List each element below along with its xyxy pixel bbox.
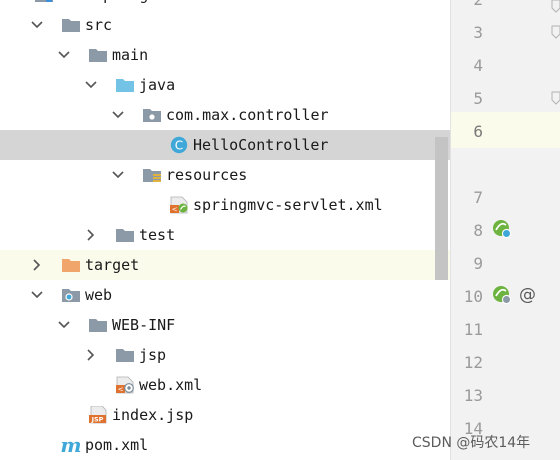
line-number: 11 [463,320,483,339]
project-tree-panel: mvc-spring-learnt src main java com.max.cont… [0,0,450,460]
chevron-down-icon[interactable] [110,107,126,123]
project-tree-scrollbar[interactable] [435,137,448,280]
chevron-down-icon[interactable] [56,47,72,63]
tree-item-springmvc-servlet-xml[interactable]: < springmvc-servlet.xml [0,190,450,220]
line-number: 8 [473,221,483,240]
line-number: 6 [473,122,483,141]
tree-item-label: resources [166,166,248,184]
fold-marker-icon[interactable] [551,0,560,13]
tree-item-label: web [85,286,113,304]
tree-item-label: web.xml [139,376,203,394]
tree-item-main[interactable]: main [0,40,450,70]
tree-item-label: jsp [139,346,167,364]
maven-pom-icon: m [60,433,81,457]
folder-icon [88,316,108,334]
tree-item-src[interactable]: src [0,10,450,40]
svg-text:C: C [175,138,183,152]
tree-item-label: HelloController [193,136,329,154]
chevron-down-icon[interactable] [29,17,45,33]
tree-item-label: WEB-INF [112,316,176,334]
line-number: 3 [473,23,483,42]
package-icon [142,106,162,124]
tree-item-label: index.jsp [112,406,194,424]
tree-item-target[interactable]: target [0,250,450,280]
editor-gutter: 234567891011121314 [450,0,560,460]
java-class-icon: C [169,136,189,154]
chevron-right-icon[interactable] [29,257,45,273]
svg-text:<: < [118,386,124,394]
line-number: 10 [463,287,483,306]
tree-item-jsp[interactable]: jsp [0,340,450,370]
tree-item-label: mvc-spring-learnt [58,0,212,4]
excluded-folder-icon [61,256,81,274]
tree-item-label: pom.xml [85,436,149,454]
line-number: 2 [451,0,483,9]
line-number: 9 [473,254,483,273]
folder-icon [61,16,81,34]
tree-item-java[interactable]: java [0,70,450,100]
tree-item-label: src [85,16,113,34]
tree-item-web-xml[interactable]: < web.xml [0,370,450,400]
chevron-down-icon[interactable] [29,287,45,303]
line-number: 12 [463,353,483,372]
watermark: CSDN @码农14年 [412,435,531,451]
tree-item-label: springmvc-servlet.xml [193,196,383,214]
svg-text:m: m [61,436,81,454]
tree-item-label: com.max.controller [166,106,329,124]
module-folder-icon [34,0,54,4]
tree-item-label: main [112,46,149,64]
tree-item-web[interactable]: web [0,280,450,310]
tree-item-resources[interactable]: resources [0,160,450,190]
tree-item-mvc-spring-learnt[interactable]: mvc-spring-learnt [0,0,450,10]
folder-icon [115,226,135,244]
fold-marker-icon[interactable] [551,24,560,39]
tree-item-hellocontroller[interactable]: C HelloController [0,130,450,160]
line-number: 5 [473,89,483,108]
jsp-file-icon: JSP [88,405,108,424]
web-xml-icon: < [115,376,135,394]
fold-marker-icon[interactable] [551,90,560,105]
folder-icon [115,346,135,364]
tree-item-index-jsp[interactable]: JSP index.jsp [0,400,450,430]
tree-item-test[interactable]: test [0,220,450,250]
line-number: 4 [473,56,483,75]
line-number: 7 [473,188,483,207]
chevron-down-icon[interactable] [56,317,72,333]
tree-item-label: target [85,256,140,274]
tree-item-pom-xml[interactable]: m pom.xml [0,430,450,460]
tree-item-label: test [139,226,176,244]
folder-icon [88,46,108,64]
spring-xml-icon: < [169,196,189,214]
chevron-down-icon[interactable] [2,0,18,3]
source-folder-icon [115,76,135,94]
chevron-right-icon[interactable] [83,227,99,243]
svg-text:<: < [172,206,178,214]
svg-text:JSP: JSP [91,416,104,424]
spring-bean-gutter-icon[interactable] [491,218,513,240]
chevron-down-icon[interactable] [110,167,126,183]
annotation-at-icon[interactable]: @ [519,285,536,305]
spring-request-mapping-icon[interactable] [491,284,513,306]
resources-folder-icon [142,166,162,184]
web-folder-icon [61,286,81,304]
chevron-down-icon[interactable] [83,77,99,93]
tree-item-web-inf[interactable]: WEB-INF [0,310,450,340]
line-number: 13 [463,386,483,405]
chevron-right-icon[interactable] [83,347,99,363]
tree-item-label: java [139,76,176,94]
tree-item-com-max-controller[interactable]: com.max.controller [0,100,450,130]
